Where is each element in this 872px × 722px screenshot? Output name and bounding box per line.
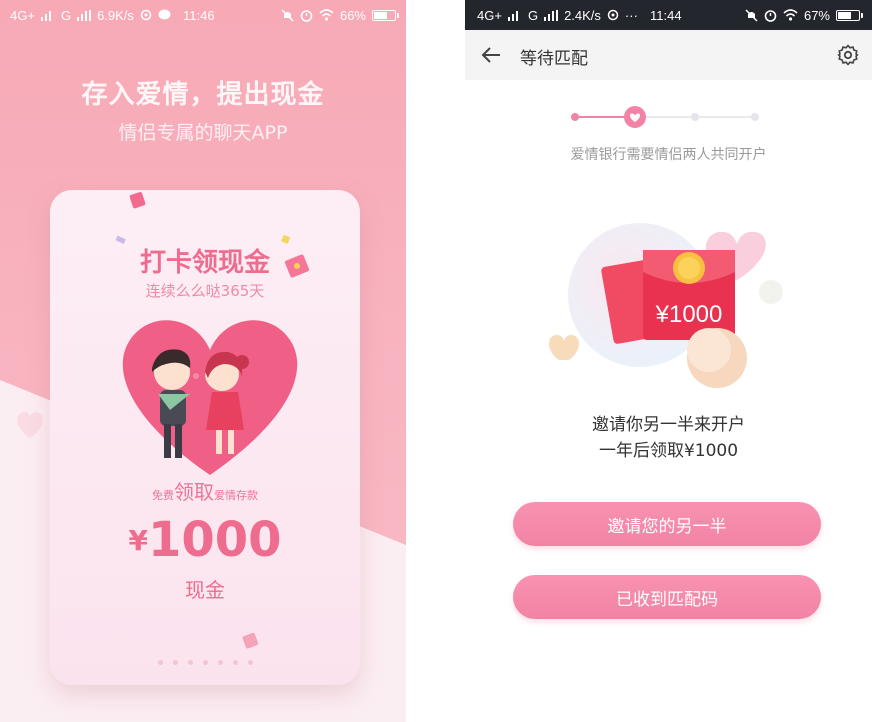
card-amount: ¥1000 bbox=[50, 512, 360, 568]
step-hint: 爱情银行需要情侣两人共同开户 bbox=[570, 147, 767, 163]
nav-bar: 等待匹配 bbox=[465, 30, 872, 80]
invite-partner-button[interactable]: 邀请您的另一半 bbox=[513, 502, 821, 546]
page-dot[interactable] bbox=[187, 660, 193, 665]
gear-icon[interactable] bbox=[836, 43, 860, 67]
battery-icon bbox=[372, 9, 399, 21]
card-title: 打卡领现金 bbox=[139, 248, 270, 278]
page-indicator bbox=[50, 660, 360, 665]
alarm-icon bbox=[300, 9, 313, 22]
received-match-code-button[interactable]: 已收到匹配码 bbox=[513, 575, 821, 619]
page-dot[interactable] bbox=[202, 660, 208, 665]
page-dot[interactable] bbox=[232, 660, 238, 665]
red-envelope-illustration: ¥1000 bbox=[549, 223, 783, 388]
amount-value: 1000 bbox=[147, 512, 282, 568]
network-type-2: G bbox=[60, 7, 72, 23]
clock: 11:46 bbox=[183, 7, 215, 23]
page-dot[interactable] bbox=[157, 660, 163, 665]
headline: 存入爱情，提出现金 bbox=[81, 80, 325, 110]
network-type: 4G+ bbox=[10, 7, 35, 23]
status-bar: 4G+ G 6.9K/s 11:46 66% bbox=[0, 0, 406, 30]
promo-card: 打卡领现金 连续么么哒365天 免费领取爱情存款 ¥1000 现金 bbox=[50, 190, 360, 685]
network-type: 4G+ bbox=[477, 7, 502, 23]
clock: 11:44 bbox=[650, 7, 682, 23]
page-dot[interactable] bbox=[247, 660, 253, 665]
step-dot-1 bbox=[571, 113, 579, 121]
alarm-icon bbox=[764, 9, 777, 22]
sync-icon bbox=[140, 9, 152, 21]
couple-kissing-illustration bbox=[122, 320, 298, 475]
network-type-2: G bbox=[527, 7, 539, 23]
invite-line-1: 邀请你另一半来开户 bbox=[592, 415, 745, 435]
right-screenshot: 4G+ G 2.4K/s ··· 11:44 67% 等待匹配 爱情银行需要情侣… bbox=[465, 0, 872, 722]
wifi-icon bbox=[319, 9, 334, 21]
currency-symbol: ¥ bbox=[128, 524, 148, 557]
network-speed: 2.4K/s bbox=[564, 7, 601, 23]
envelope-decoration-icon bbox=[129, 192, 146, 209]
free-suffix: 爱情存款 bbox=[214, 489, 258, 502]
step-dot-4 bbox=[751, 113, 759, 121]
battery-icon bbox=[836, 9, 863, 21]
page-dot[interactable] bbox=[172, 660, 178, 665]
invite-line-2: 一年后领取¥1000 bbox=[598, 441, 739, 461]
status-bar: 4G+ G 2.4K/s ··· 11:44 67% bbox=[465, 0, 872, 30]
battery-percent: 66% bbox=[339, 7, 366, 23]
free-big: 领取 bbox=[174, 480, 214, 504]
step-progress bbox=[571, 106, 759, 128]
more-notifications: ··· bbox=[624, 7, 638, 23]
subheadline: 情侣专属的聊天APP bbox=[118, 122, 288, 144]
mute-icon bbox=[281, 8, 294, 22]
step-dot-3 bbox=[691, 113, 699, 121]
signal-icon bbox=[77, 9, 92, 21]
free-claim-line: 免费领取爱情存款 bbox=[50, 476, 360, 505]
chat-icon bbox=[158, 9, 171, 20]
page-dot[interactable] bbox=[217, 660, 223, 665]
wifi-icon bbox=[783, 9, 798, 21]
envelope-amount: ¥1000 bbox=[655, 301, 723, 328]
heart-decoration-icon bbox=[17, 412, 43, 438]
battery-percent: 67% bbox=[803, 7, 830, 23]
page-title: 等待匹配 bbox=[520, 49, 588, 69]
sync-icon bbox=[607, 9, 619, 21]
back-arrow-icon[interactable] bbox=[479, 43, 503, 67]
left-screenshot: 4G+ G 6.9K/s 11:46 66% 存入爱情，提出现金 情侣专属的聊天… bbox=[0, 0, 406, 722]
signal-icon bbox=[507, 10, 518, 21]
network-speed: 6.9K/s bbox=[97, 7, 134, 23]
envelope-decoration-icon bbox=[242, 632, 259, 649]
signal-icon bbox=[544, 9, 559, 21]
cash-label: 现金 bbox=[185, 578, 225, 602]
card-subtitle: 连续么么哒365天 bbox=[145, 282, 265, 300]
free-prefix: 免费 bbox=[152, 489, 174, 502]
signal-icon bbox=[40, 10, 51, 21]
mute-icon bbox=[745, 8, 758, 22]
